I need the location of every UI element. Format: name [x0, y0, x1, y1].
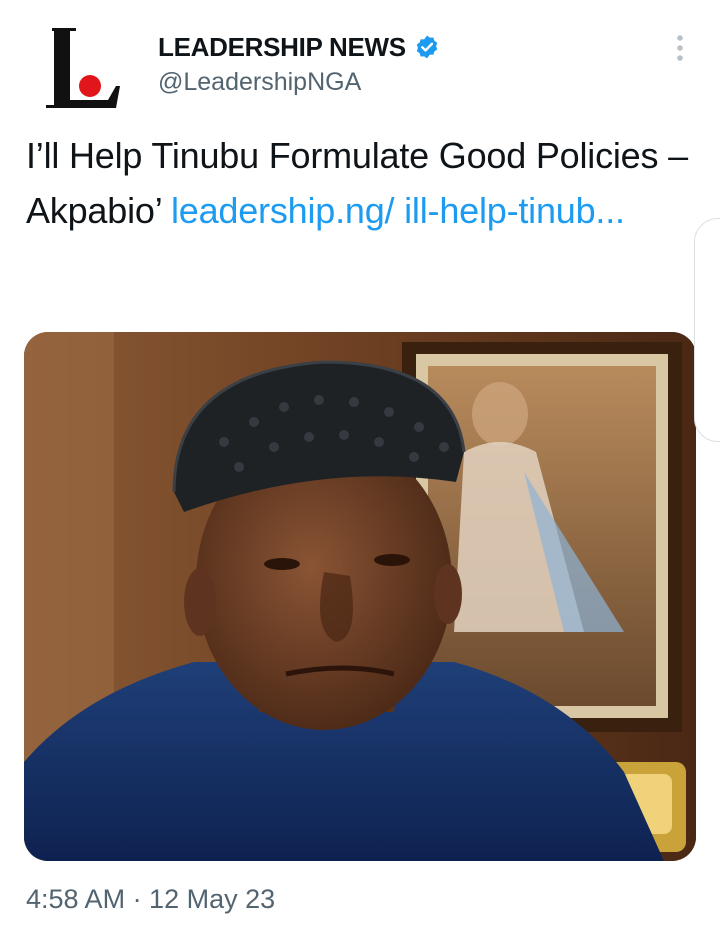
leadership-logo-icon [38, 22, 130, 114]
tweet-text: I’ll Help Tinubu Formulate Good Policies… [26, 128, 696, 238]
account-handle[interactable]: @LeadershipNGA [158, 68, 440, 97]
display-name-row: LEADERSHIP NEWS [158, 30, 440, 64]
scroll-handle[interactable] [694, 218, 720, 442]
article-link[interactable]: leadership.ng/ ill-help-tinub... [171, 190, 625, 231]
tweet-photo[interactable] [24, 332, 696, 861]
verified-badge-icon [416, 35, 438, 59]
tweet-timestamp[interactable]: 4:58 AM · 12 May 23 [26, 884, 275, 915]
avatar[interactable] [38, 22, 130, 114]
tweet-card: LEADERSHIP NEWS @LeadershipNGA I’ll Help… [0, 0, 720, 941]
account-names: LEADERSHIP NEWS @LeadershipNGA [158, 30, 440, 97]
display-name[interactable]: LEADERSHIP NEWS [158, 32, 406, 63]
photo-illustration [24, 332, 696, 861]
tweet-header: LEADERSHIP NEWS @LeadershipNGA [0, 0, 720, 120]
more-options-icon[interactable] [668, 34, 692, 64]
